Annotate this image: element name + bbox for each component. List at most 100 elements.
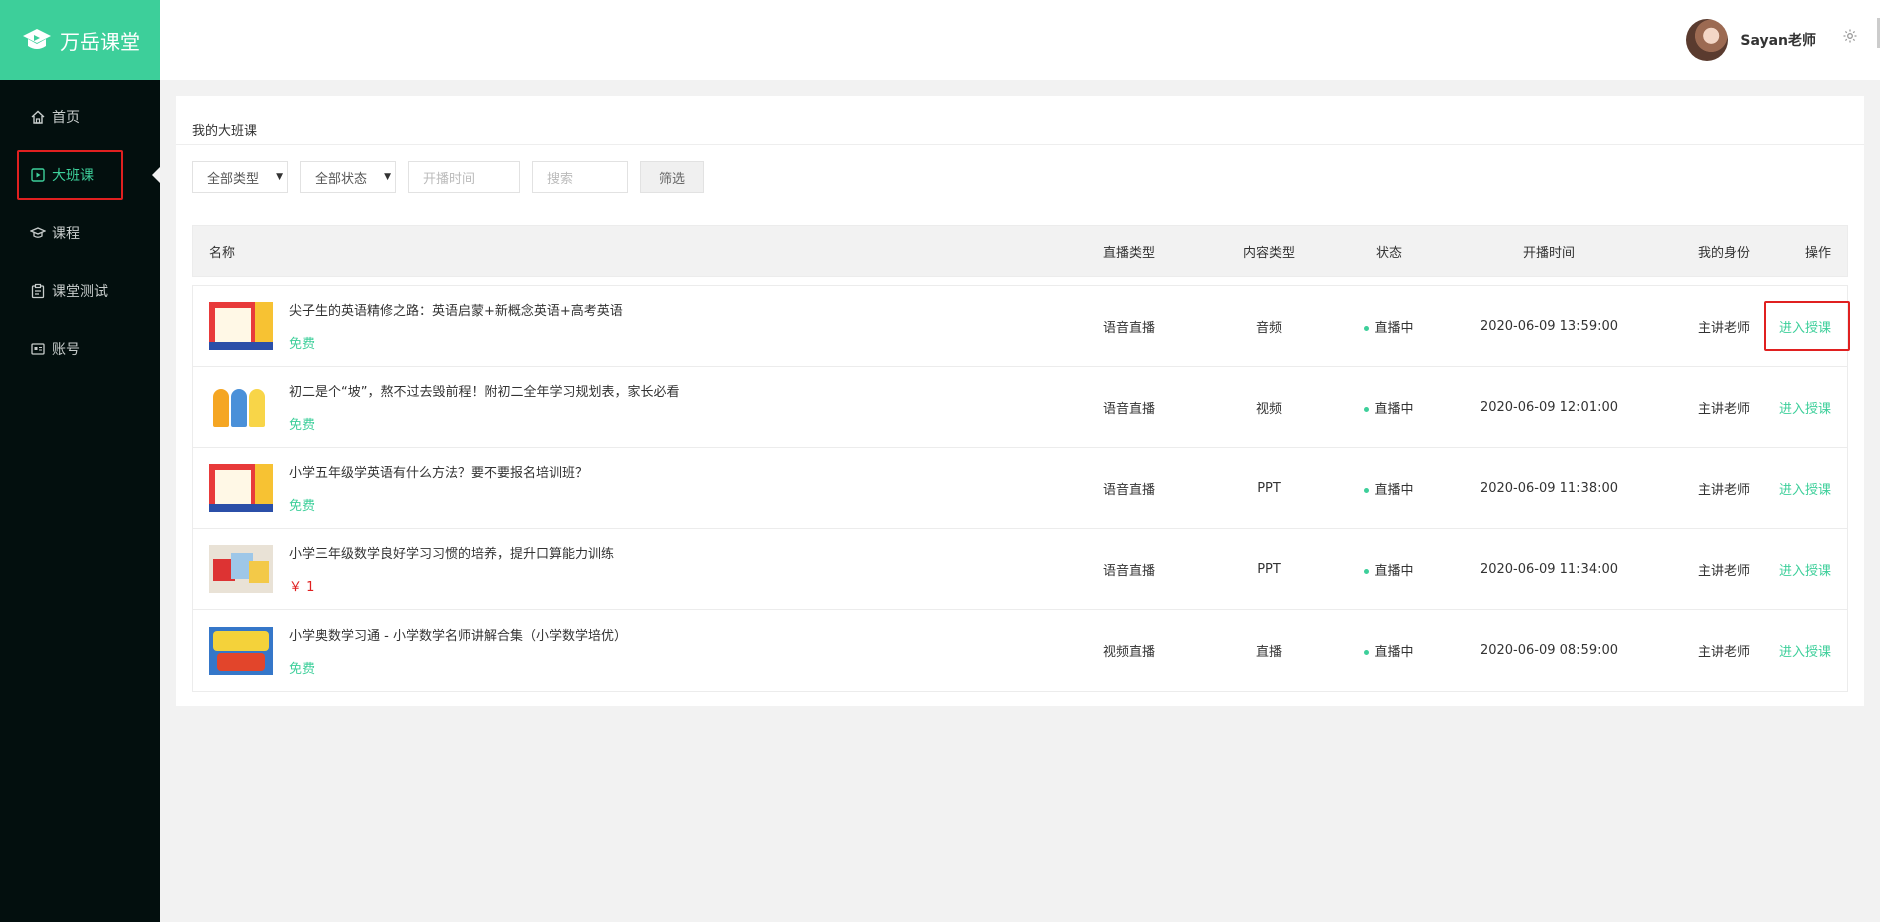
graduation-cap-icon [30,225,46,241]
course-title[interactable]: 尖子生的英语精修之路：英语启蒙+新概念英语+高考英语 [289,300,623,319]
sidebar: 万岳课堂 首页 大班课 课程 课堂测试 账号 [0,0,160,922]
status-dot-icon [1364,325,1370,331]
cell-start-time: 2020-06-09 11:38:00 [1479,480,1619,496]
enter-class-link[interactable]: 进入授课 [1779,398,1831,417]
class-table: 名称 直播类型 内容类型 状态 开播时间 我的身份 操作 尖子生的英语精修之路：… [192,225,1850,692]
course-title[interactable]: 小学奥数学习通 - 小学数学名师讲解合集（小学数学培优） [289,625,627,644]
cell-status: 直播中 [1339,641,1439,660]
cell-status: 直播中 [1339,479,1439,498]
id-card-icon [30,341,46,357]
cell-role: 主讲老师 [1697,320,1750,336]
status-select-value: 全部状态 [315,171,368,187]
status-select[interactable]: 全部状态 ▼ [300,161,396,193]
status-dot-icon [1364,568,1370,574]
table-row: 小学五年级学英语有什么方法？要不要报名培训班？ 免费 语音直播 PPT 直播中 … [193,448,1847,529]
search-placeholder: 搜索 [547,171,574,187]
cell-name: 初二是个“坡”，熬不过去毁前程！附初二全年学习规划表，家长必看 免费 [193,381,1079,433]
table-row: 初二是个“坡”，熬不过去毁前程！附初二全年学习规划表，家长必看 免费 语音直播 … [193,367,1847,448]
course-thumbnail[interactable] [209,464,273,512]
course-title[interactable]: 初二是个“坡”，熬不过去毁前程！附初二全年学习规划表，家长必看 [289,381,679,400]
cell-action: 进入授课 [1779,560,1847,579]
filter-button[interactable]: 筛选 [640,161,704,193]
course-thumbnail[interactable] [209,545,273,593]
page-title: 我的大班课 [192,124,258,139]
sidebar-item-account[interactable]: 账号 [0,320,160,378]
cell-action: 进入授课 [1779,398,1847,417]
sidebar-item-label: 课堂测试 [52,284,108,300]
avatar[interactable] [1686,19,1728,61]
table-row: 小学奥数学习通 - 小学数学名师讲解合集（小学数学培优） 免费 视频直播 直播 … [193,610,1847,691]
cell-content-type: PPT [1257,480,1281,496]
gear-icon[interactable] [1842,28,1858,48]
header-status: 状态 [1375,245,1402,261]
cell-action: 进入授课 [1764,300,1850,351]
sidebar-item-class-test[interactable]: 课堂测试 [0,262,160,320]
status-dot-icon [1364,650,1370,655]
username[interactable]: Sayan老师 [1740,30,1816,50]
main-panel: 我的大班课 全部类型 ▼ 全部状态 ▼ 开播时间 搜索 筛选 名称 直播类型 内… [176,96,1864,706]
cell-role: 主讲老师 [1697,645,1750,660]
table-row: 尖子生的英语精修之路：英语启蒙+新概念英语+高考英语 免费 语音直播 音频 直播… [193,286,1850,367]
sidebar-item-courses[interactable]: 课程 [0,204,160,262]
course-price: 免费 [289,418,316,433]
cell-role: 主讲老师 [1697,401,1750,417]
course-price: ￥ 1 [289,580,315,595]
course-price: 免费 [289,661,316,677]
sidebar-item-home[interactable]: 首页 [0,88,160,146]
enter-class-link[interactable]: 进入授课 [1779,479,1831,498]
app-logo[interactable]: 万岳课堂 [0,0,160,80]
header-name: 名称 [209,245,236,261]
cell-start-time: 2020-06-09 12:01:00 [1479,399,1619,415]
cell-role: 主讲老师 [1697,482,1750,498]
home-icon [30,109,46,125]
cell-name: 小学奥数学习通 - 小学数学名师讲解合集（小学数学培优） 免费 [193,625,1079,677]
cell-action: 进入授课 [1779,479,1847,498]
course-title[interactable]: 小学三年级数学良好学习习惯的培养，提升口算能力训练 [289,543,614,562]
logo-text: 万岳课堂 [60,29,140,54]
table-header: 名称 直播类型 内容类型 状态 开播时间 我的身份 操作 [192,225,1848,277]
clipboard-icon [30,283,46,299]
cell-live-type: 语音直播 [1102,482,1155,498]
cell-name: 尖子生的英语精修之路：英语启蒙+新概念英语+高考英语 免费 [193,300,1079,352]
course-price: 免费 [289,499,316,514]
cell-content-type: 音频 [1255,320,1282,336]
status-dot-icon [1364,487,1370,493]
enter-class-link[interactable]: 进入授课 [1764,300,1850,351]
cell-start-time: 2020-06-09 11:34:00 [1479,561,1619,577]
cell-live-type: 语音直播 [1102,563,1155,579]
search-input[interactable]: 搜索 [532,161,628,193]
cell-content-type: 视频 [1255,401,1282,417]
type-select-value: 全部类型 [207,171,260,187]
table-row: 小学三年级数学良好学习习惯的培养，提升口算能力训练 ￥ 1 语音直播 PPT 直… [193,529,1847,610]
status-text: 直播中 [1374,482,1414,498]
sidebar-item-label: 课程 [52,226,80,242]
course-thumbnail[interactable] [209,383,273,431]
enter-class-link[interactable]: 进入授课 [1779,560,1831,579]
type-select[interactable]: 全部类型 ▼ [192,161,288,193]
header-content-type: 内容类型 [1242,245,1295,261]
course-title[interactable]: 小学五年级学英语有什么方法？要不要报名培训班？ [289,462,588,481]
sidebar-item-label: 首页 [52,110,80,126]
start-time-placeholder: 开播时间 [423,171,476,187]
start-time-input[interactable]: 开播时间 [408,161,520,193]
course-thumbnail[interactable] [209,302,273,350]
sidebar-item-label: 账号 [52,342,80,358]
enter-class-link[interactable]: 进入授课 [1779,641,1831,660]
cell-name: 小学五年级学英语有什么方法？要不要报名培训班？ 免费 [193,462,1079,514]
status-text: 直播中 [1374,645,1414,660]
logo-icon [23,29,51,49]
status-text: 直播中 [1374,401,1414,417]
cell-live-type: 语音直播 [1102,320,1155,336]
filter-bar: 全部类型 ▼ 全部状态 ▼ 开播时间 搜索 筛选 [192,161,704,193]
top-bar: Sayan老师 [160,0,1880,80]
cell-role: 主讲老师 [1697,563,1750,579]
course-price: 免费 [289,337,316,352]
divider [176,144,1864,145]
course-thumbnail[interactable] [209,626,273,675]
cell-status: 直播中 [1339,560,1439,579]
sidebar-item-big-class[interactable]: 大班课 [0,146,160,204]
status-text: 直播中 [1374,563,1414,579]
cell-live-type: 语音直播 [1102,401,1155,417]
cell-status: 直播中 [1339,317,1439,336]
status-text: 直播中 [1374,320,1414,336]
